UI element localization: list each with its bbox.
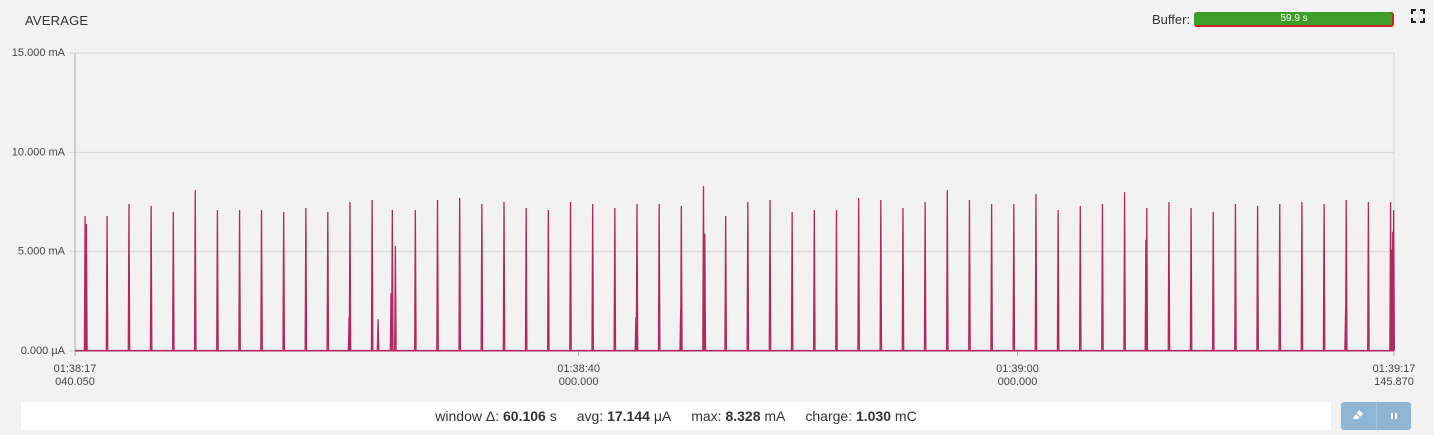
x-tick-label-time: 01:38:40 [557, 363, 600, 375]
current-spike [703, 233, 707, 351]
current-spike [1056, 209, 1060, 351]
current-spike [812, 209, 816, 351]
current-spike [282, 211, 286, 351]
current-spike [304, 207, 308, 351]
x-tick-label-ms: 000.000 [559, 376, 599, 388]
y-tick-label: 0.000 µA [21, 345, 66, 357]
current-spike [857, 198, 860, 351]
x-tick-label-time: 01:39:17 [1373, 363, 1416, 375]
current-spike [1367, 201, 1370, 351]
stat-window: window Δ: 60.106 s [435, 408, 556, 424]
current-spike [1189, 207, 1193, 351]
current-spike [390, 209, 394, 351]
x-tick-label-time: 01:39:00 [996, 363, 1039, 375]
stat-max-value: 8.328 [725, 408, 761, 424]
current-spike [1078, 205, 1082, 351]
current-spike [569, 201, 572, 351]
current-spike [1167, 201, 1171, 351]
current-spike [546, 209, 550, 351]
stat-charge-unit: mC [894, 408, 917, 424]
current-spike [1101, 203, 1104, 351]
current-spike [193, 190, 197, 351]
stat-charge-label: charge: [805, 408, 853, 424]
current-spike [480, 203, 484, 351]
stat-charge-value: 1.030 [855, 408, 892, 424]
current-spike [524, 207, 528, 351]
y-tick-label: 10.000 mA [12, 146, 66, 158]
current-spike [768, 200, 772, 351]
current-spike [502, 201, 506, 351]
current-spike [238, 209, 241, 351]
current-spike [1256, 205, 1259, 351]
stat-window-unit: s [549, 408, 557, 424]
current-spike [105, 215, 109, 351]
current-spike [348, 201, 352, 351]
current-spike [945, 190, 949, 351]
current-spike [414, 209, 417, 351]
current-spike [1392, 209, 1395, 351]
current-spike [376, 319, 380, 351]
x-tick-label-ms: 040.050 [55, 376, 95, 388]
stat-max: max: 8.328 mA [691, 408, 785, 424]
current-spike [1123, 192, 1126, 351]
current-spike [149, 205, 153, 351]
current-spike [835, 209, 838, 351]
current-spike [436, 200, 439, 351]
current-spike [458, 198, 462, 351]
current-spike [1344, 200, 1348, 351]
stat-window-label: window Δ: [435, 408, 500, 424]
stat-avg-label: avg: [576, 408, 604, 424]
pause-button[interactable] [1375, 402, 1411, 430]
current-spike [613, 207, 617, 351]
x-tick-label-ms: 145.870 [1374, 376, 1414, 388]
current-spike [1234, 203, 1237, 351]
current-spike [85, 223, 88, 351]
current-spike [679, 205, 683, 351]
current-spike [746, 201, 750, 351]
current-spike [1034, 194, 1038, 351]
current-spike [127, 203, 131, 351]
y-tick-label: 15.000 mA [12, 47, 66, 59]
pause-icon [1389, 409, 1399, 424]
current-spike [1278, 203, 1282, 351]
current-spike [968, 200, 971, 351]
current-spike [1300, 201, 1304, 351]
current-spike [923, 201, 927, 351]
current-spike [1322, 203, 1326, 351]
stat-window-value: 60.106 [503, 408, 546, 424]
current-spike [216, 209, 219, 351]
reset-button[interactable] [1341, 402, 1376, 430]
stat-charge: charge: 1.030 mC [805, 408, 916, 424]
current-spike [1211, 211, 1215, 351]
current-spike [1012, 203, 1016, 351]
current-spike [591, 203, 595, 351]
current-spike [260, 209, 263, 351]
x-tick-label-ms: 000.000 [998, 376, 1038, 388]
current-spike [879, 200, 883, 351]
stat-max-unit: mA [764, 408, 786, 424]
stat-avg-value: 17.144 [607, 408, 650, 424]
current-spike [790, 211, 794, 351]
current-spike [370, 200, 374, 351]
stat-max-label: max: [691, 408, 722, 424]
current-spike [1145, 207, 1149, 351]
current-spike [724, 215, 728, 351]
current-spike [326, 211, 330, 351]
current-spike [657, 203, 661, 351]
stats-bar: window Δ: 60.106 s avg: 17.144 μA max: 8… [21, 402, 1331, 430]
stat-avg-unit: μA [653, 408, 672, 424]
current-spike [990, 203, 993, 351]
chart-controls [1341, 402, 1411, 430]
current-spike [394, 245, 397, 351]
stat-avg: avg: 17.144 μA [577, 408, 671, 424]
current-spike [901, 207, 905, 351]
current-chart[interactable]: 0.000 µA 5.000 mA 10.000 mA 15.000 mA 01:38:… [0, 0, 1434, 400]
current-spike [634, 317, 638, 351]
current-spike [171, 211, 175, 351]
eraser-icon [1352, 409, 1364, 424]
y-tick-label: 5.000 mA [18, 246, 66, 258]
x-tick-label-time: 01:38:17 [54, 363, 97, 375]
